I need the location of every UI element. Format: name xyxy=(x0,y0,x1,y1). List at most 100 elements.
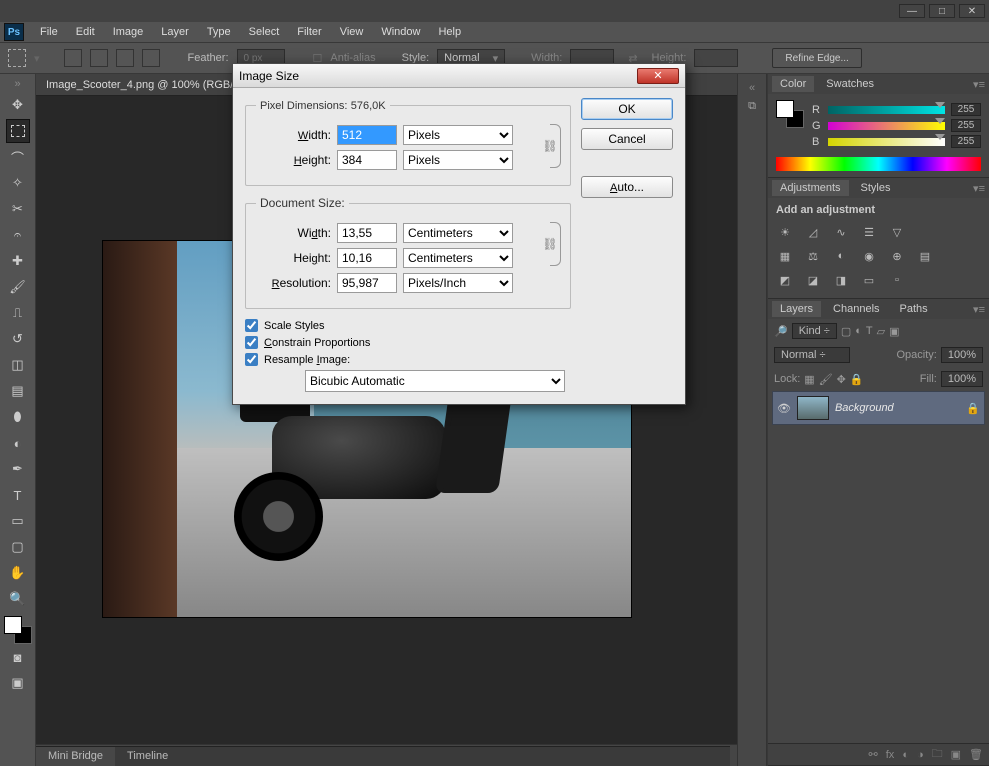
dialog-titlebar[interactable]: Image Size ✕ xyxy=(233,64,685,88)
foreground-background-swatch[interactable] xyxy=(4,616,32,644)
menu-image[interactable]: Image xyxy=(105,24,152,40)
fill-input[interactable]: 100% xyxy=(941,371,983,387)
link-doc-dims-icon[interactable]: ⛓ xyxy=(540,218,560,270)
curves-icon[interactable]: ∿ xyxy=(832,224,850,240)
brush-tool-icon[interactable]: 🖌 xyxy=(6,275,30,299)
new-group-icon[interactable]: 🗀 xyxy=(932,745,943,764)
panel-menu-icon[interactable]: ▾≡ xyxy=(969,78,989,91)
type-tool-icon[interactable]: T xyxy=(6,483,30,507)
resolution-unit-select[interactable]: Pixels/Inch xyxy=(403,273,513,293)
filter-type-icon[interactable]: T xyxy=(866,325,873,337)
history-brush-tool-icon[interactable]: ↺ xyxy=(6,327,30,351)
window-close-button[interactable]: ✕ xyxy=(959,4,985,18)
cancel-button[interactable]: Cancel xyxy=(581,128,673,150)
gradient-tool-icon[interactable]: ▤ xyxy=(6,379,30,403)
lock-all-icon[interactable]: 🔒 xyxy=(850,373,864,386)
new-layer-icon[interactable]: ▣ xyxy=(951,748,961,761)
selective-color-icon[interactable]: ▫ xyxy=(888,272,906,288)
mixer-icon[interactable]: ⊕ xyxy=(888,248,906,264)
link-layers-icon[interactable]: ⚯ xyxy=(869,748,878,761)
magic-wand-tool-icon[interactable]: ✧ xyxy=(6,171,30,195)
add-selection-icon[interactable] xyxy=(90,49,108,67)
toolbox-collapse-icon[interactable]: » xyxy=(10,76,26,92)
color-panel-swatch[interactable] xyxy=(776,100,804,128)
dialog-close-button[interactable]: ✕ xyxy=(637,68,679,84)
lookup-icon[interactable]: ▤ xyxy=(916,248,934,264)
g-slider[interactable] xyxy=(828,122,945,130)
constrain-checkbox[interactable] xyxy=(245,336,258,349)
panel-menu-icon[interactable]: ▾≡ xyxy=(969,182,989,195)
color-tab[interactable]: Color xyxy=(772,76,814,92)
menu-type[interactable]: Type xyxy=(199,24,239,40)
intersect-selection-icon[interactable] xyxy=(142,49,160,67)
photofilter-icon[interactable]: ◉ xyxy=(860,248,878,264)
resolution-input[interactable] xyxy=(337,273,397,293)
menu-help[interactable]: Help xyxy=(430,24,469,40)
filter-shape-icon[interactable]: ▱ xyxy=(877,325,885,338)
eyedropper-tool-icon[interactable]: 𝄐 xyxy=(6,223,30,247)
subtract-selection-icon[interactable] xyxy=(116,49,134,67)
vibrance-icon[interactable]: ▽ xyxy=(888,224,906,240)
menu-filter[interactable]: Filter xyxy=(289,24,329,40)
menu-window[interactable]: Window xyxy=(373,24,428,40)
balance-icon[interactable]: ⚖ xyxy=(804,248,822,264)
auto-button[interactable]: Auto... xyxy=(581,176,673,198)
doc-width-input[interactable] xyxy=(337,223,397,243)
refine-edge-button[interactable]: Refine Edge... xyxy=(772,48,861,68)
window-minimize-button[interactable]: — xyxy=(899,4,925,18)
marquee-tool-icon[interactable] xyxy=(6,119,30,143)
lock-paint-icon[interactable]: 🖌 xyxy=(819,373,833,386)
b-value[interactable]: 255 xyxy=(951,135,981,148)
menu-layer[interactable]: Layer xyxy=(153,24,197,40)
healing-tool-icon[interactable]: ✚ xyxy=(6,249,30,273)
window-maximize-button[interactable]: □ xyxy=(929,4,955,18)
lock-position-icon[interactable]: ✥ xyxy=(837,373,846,386)
filter-kind-select[interactable]: Kind ÷ xyxy=(792,323,837,339)
posterize-icon[interactable]: ◪ xyxy=(804,272,822,288)
invert-icon[interactable]: ◩ xyxy=(776,272,794,288)
px-width-input[interactable] xyxy=(337,125,397,145)
link-pixel-dims-icon[interactable]: ⛓ xyxy=(540,120,560,172)
r-slider[interactable] xyxy=(828,106,945,114)
layer-name[interactable]: Background xyxy=(835,402,894,414)
layer-mask-icon[interactable]: ◐ xyxy=(902,749,909,761)
exposure-icon[interactable]: ☰ xyxy=(860,224,878,240)
stamp-tool-icon[interactable]: ⎍ xyxy=(6,301,30,325)
zoom-tool-icon[interactable]: 🔍 xyxy=(6,587,30,611)
mini-bridge-tab[interactable]: Mini Bridge xyxy=(36,747,115,766)
menu-view[interactable]: View xyxy=(332,24,372,40)
doc-width-unit-select[interactable]: Centimeters xyxy=(403,223,513,243)
scale-styles-checkbox[interactable] xyxy=(245,319,258,332)
hand-tool-icon[interactable]: ✋ xyxy=(6,561,30,585)
menu-select[interactable]: Select xyxy=(241,24,288,40)
visibility-icon[interactable]: 👁 xyxy=(777,402,791,415)
resample-method-select[interactable]: Bicubic Automatic xyxy=(305,370,565,392)
panel-menu-icon[interactable]: ▾≡ xyxy=(969,303,989,316)
new-fill-icon[interactable]: ◑ xyxy=(917,749,924,761)
ok-button[interactable]: OK xyxy=(581,98,673,120)
pen-tool-icon[interactable]: ✒ xyxy=(6,457,30,481)
brightness-icon[interactable]: ☀ xyxy=(776,224,794,240)
collapsed-panel-icon[interactable]: ⧉ xyxy=(748,100,756,113)
px-height-unit-select[interactable]: Pixels xyxy=(403,150,513,170)
filter-smart-icon[interactable]: ▣ xyxy=(889,325,899,338)
px-height-input[interactable] xyxy=(337,150,397,170)
px-width-unit-select[interactable]: Pixels xyxy=(403,125,513,145)
layer-fx-icon[interactable]: fx xyxy=(886,749,895,761)
timeline-tab[interactable]: Timeline xyxy=(115,747,180,766)
doc-height-unit-select[interactable]: Centimeters xyxy=(403,248,513,268)
b-slider[interactable] xyxy=(828,138,945,146)
path-select-tool-icon[interactable]: ▭ xyxy=(6,509,30,533)
adjustments-tab[interactable]: Adjustments xyxy=(772,180,849,196)
threshold-icon[interactable]: ◨ xyxy=(832,272,850,288)
current-tool-icon[interactable] xyxy=(8,49,26,67)
dodge-tool-icon[interactable]: ◐ xyxy=(6,431,30,455)
gradient-map-icon[interactable]: ▭ xyxy=(860,272,878,288)
blend-mode-select[interactable]: Normal ÷ xyxy=(774,347,850,363)
spectrum-ramp[interactable] xyxy=(776,157,981,171)
resample-checkbox[interactable] xyxy=(245,353,258,366)
channels-tab[interactable]: Channels xyxy=(825,301,887,317)
lock-pixels-icon[interactable]: ▦ xyxy=(804,373,814,386)
delete-layer-icon[interactable]: 🗑 xyxy=(969,748,983,761)
r-value[interactable]: 255 xyxy=(951,103,981,116)
